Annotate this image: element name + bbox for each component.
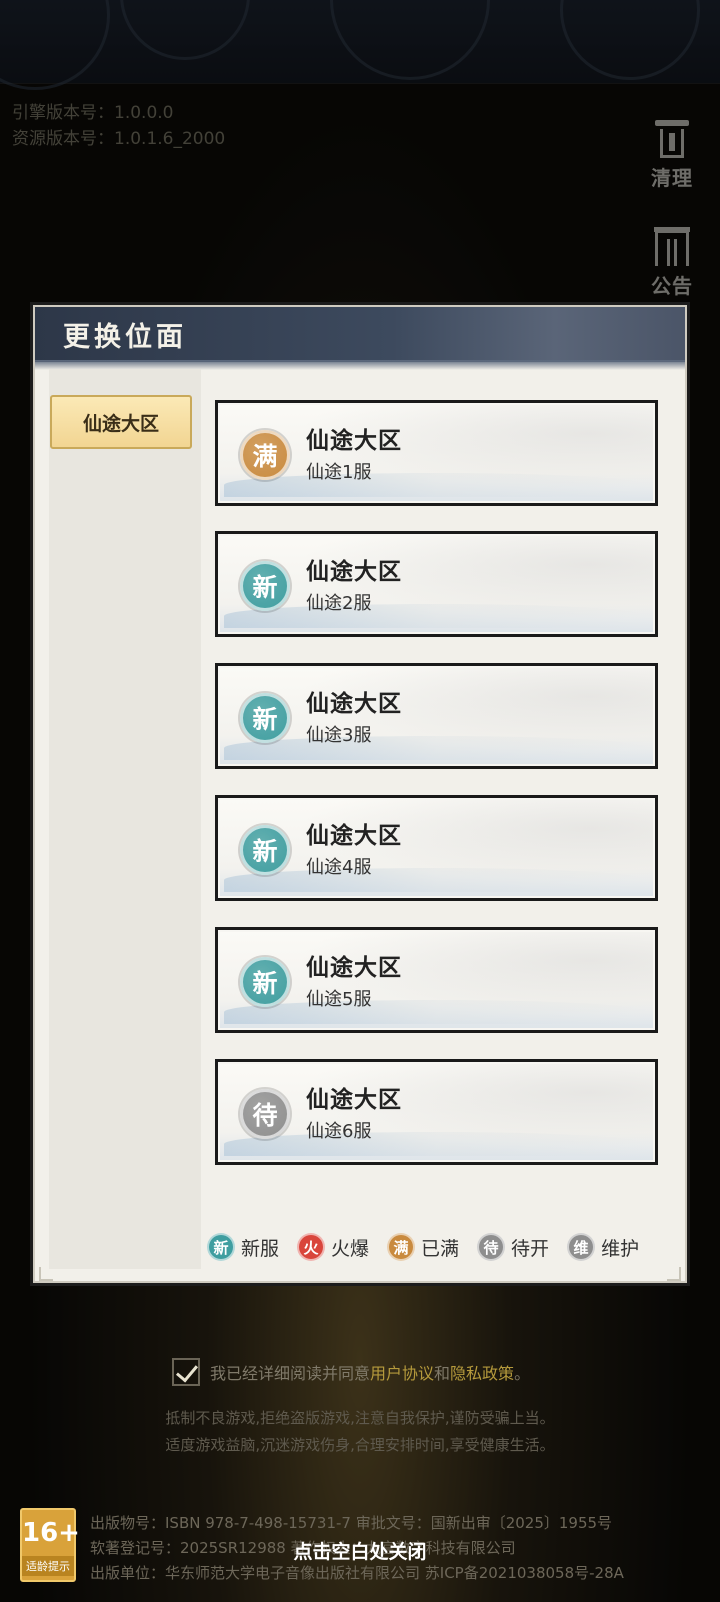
publisher-info: 出版单位：华东师范大学电子音像出版社有限公司 苏ICP备2021038058号-… [90,1564,624,1582]
legend-label: 待开 [511,1237,550,1260]
legend-label: 新服 [241,1237,280,1260]
server-name: 仙途5服 [306,989,372,1010]
server-card[interactable]: 待仙途大区仙途6服 [215,1059,658,1165]
region-tab-xiantu[interactable]: 仙途大区 [50,395,192,449]
server-select-dialog: 更换位面 仙途大区 满仙途大区 仙途1服新仙途大区 仙途2服新仙途大区 仙途3服新仙途… [33,305,687,1283]
agreement-checkbox[interactable] [172,1358,200,1386]
legend-item: 维维护 [567,1233,639,1261]
mountain-mist [224,1000,649,1024]
server-name: 仙途6服 [306,1121,372,1142]
legend-item: 火火爆 [297,1233,369,1261]
server-region-title: 仙途大区 [306,823,402,849]
legend-label: 火爆 [331,1237,370,1260]
user-agreement-link[interactable]: 用户协议 [370,1364,434,1383]
legend-status-icon: 待 [477,1233,506,1261]
server-name: 仙途3服 [306,725,372,746]
corner-ornament [667,1267,681,1281]
server-status-badge: 待 [240,1089,290,1139]
server-status-badge: 新 [240,825,290,875]
server-region-title: 仙途大区 [306,428,402,454]
legend-item: 待待开 [477,1233,549,1261]
server-region-title: 仙途大区 [306,559,402,585]
close-hint: 点击空白处关闭 [293,1541,427,1563]
server-status-badge: 新 [240,561,290,611]
and-text: 和 [434,1364,451,1383]
server-card[interactable]: 满仙途大区仙途1服 [215,400,658,506]
server-card[interactable]: 新仙途大区仙途4服 [215,795,658,901]
health-notice-line-2: 适度游戏益脑,沉迷游戏伤身,合理安排时间,享受健康生活。 [165,1436,555,1454]
server-status-badge: 新 [240,693,290,743]
privacy-policy-link[interactable]: 隐私政策 [450,1364,514,1383]
status-legend: 新新服火火爆满已满待待开维维护 [207,1233,639,1261]
legend-status-icon: 火 [297,1233,326,1261]
health-notice-line-1: 抵制不良游戏,拒绝盗版游戏,注意自我保护,谨防受骗上当。 [165,1409,555,1427]
server-card[interactable]: 新仙途大区仙途3服 [215,663,658,769]
server-status-badge: 新 [240,957,290,1007]
legend-item: 新新服 [207,1233,279,1261]
agreement-suffix: 。 [514,1364,531,1383]
server-name: 仙途4服 [306,857,372,878]
mountain-mist [224,868,649,892]
server-name: 仙途1服 [306,462,372,483]
legend-status-icon: 维 [567,1233,596,1261]
legend-label: 维护 [601,1237,640,1260]
mountain-mist [224,473,649,497]
server-name: 仙途2服 [306,593,372,614]
server-region-title: 仙途大区 [306,1087,402,1113]
agreement-row: 我已经详细阅读并同意用户协议和隐私政策。 [172,1358,530,1386]
legend-status-icon: 新 [207,1233,235,1261]
server-card[interactable]: 新仙途大区仙途2服 [215,531,658,637]
agreement-text: 我已经详细阅读并同意 [210,1364,371,1383]
region-list [49,369,201,1269]
legend-status-icon: 满 [387,1233,416,1261]
mountain-mist [224,604,649,628]
dialog-header: 更换位面 [35,307,685,370]
mountain-mist [224,1132,649,1156]
dialog-title: 更换位面 [63,322,187,353]
server-region-title: 仙途大区 [306,691,402,717]
server-region-title: 仙途大区 [306,955,402,981]
server-status-badge: 满 [240,430,290,480]
mountain-mist [224,736,649,760]
publication-info: 出版物号：ISBN 978-7-498-15731-7 审批文号：国新出审〔20… [90,1514,613,1532]
legend-item: 满已满 [387,1233,459,1261]
corner-ornament [39,1267,53,1281]
server-card[interactable]: 新仙途大区仙途5服 [215,927,658,1033]
legend-label: 已满 [421,1237,460,1260]
